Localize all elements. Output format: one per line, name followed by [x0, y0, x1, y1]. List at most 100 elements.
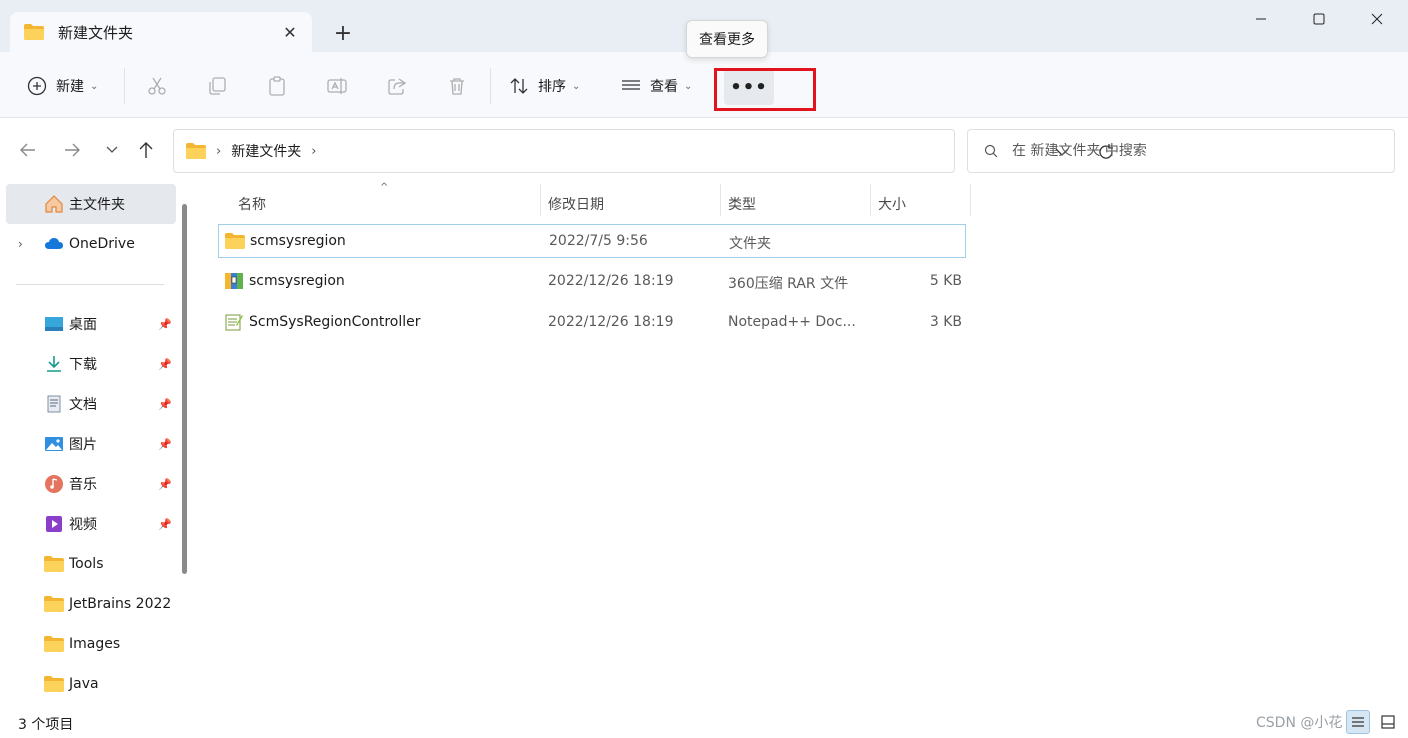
column-header-size[interactable]: 大小 — [878, 190, 906, 218]
chevron-right-icon[interactable]: › — [18, 237, 23, 251]
sort-ascending-icon: ^ — [380, 182, 389, 193]
search-icon — [984, 144, 998, 158]
arrow-right-icon — [65, 143, 80, 157]
forward-button[interactable] — [58, 138, 86, 162]
sidebar-item-label: Images — [69, 636, 121, 652]
delete-button[interactable] — [446, 68, 468, 104]
paste-button[interactable] — [266, 68, 288, 104]
search-box[interactable] — [967, 129, 1395, 173]
folder-icon — [44, 596, 64, 612]
chevron-down-icon: ⌄ — [90, 80, 99, 92]
pin-icon[interactable]: 📌 — [158, 358, 172, 371]
pin-icon[interactable]: 📌 — [158, 318, 172, 331]
file-date: 2022/7/5 9:56 — [549, 233, 648, 249]
view-button-label: 查看 — [650, 79, 678, 95]
rar-archive-icon — [225, 273, 243, 289]
sidebar-item-music[interactable]: 音乐 📌 — [6, 464, 176, 504]
sidebar-item-label: JetBrains 2022 — [69, 596, 172, 612]
large-icons-view-button[interactable] — [1376, 710, 1400, 734]
file-name: ScmSysRegionController — [249, 314, 421, 330]
column-divider[interactable] — [720, 184, 721, 216]
file-list-view: ^ 名称 修改日期 类型 大小 scmsysregion 2022/7/5 9:… — [196, 182, 1408, 708]
sidebar-item-label: OneDrive — [69, 236, 135, 252]
up-button[interactable] — [132, 138, 160, 162]
toolbar-divider — [124, 68, 125, 104]
minimize-icon — [1256, 18, 1266, 20]
view-button[interactable]: 查看 ⌄ — [620, 68, 692, 104]
chevron-down-icon: ⌄ — [684, 80, 693, 92]
new-tab-button[interactable]: + — [328, 18, 358, 48]
breadcrumb-item[interactable]: 新建文件夹 — [231, 141, 301, 161]
copy-button[interactable] — [206, 68, 228, 104]
table-row[interactable]: scmsysregion 2022/7/5 9:56 文件夹 — [218, 224, 966, 258]
table-row[interactable]: ScmSysRegionController 2022/12/26 18:19 … — [218, 306, 966, 340]
home-icon — [45, 195, 63, 213]
pin-icon[interactable]: 📌 — [158, 398, 172, 411]
file-date: 2022/12/26 18:19 — [548, 273, 674, 289]
tiles-view-icon — [1381, 715, 1395, 729]
sidebar-item-documents[interactable]: 文档 📌 — [6, 384, 176, 424]
sidebar-item-java[interactable]: Java — [6, 664, 176, 704]
sidebar-item-jetbrains[interactable]: JetBrains 2022 — [6, 584, 176, 624]
sidebar-divider — [16, 284, 164, 285]
sidebar-item-label: 音乐 — [69, 477, 97, 493]
minimize-button[interactable] — [1232, 0, 1290, 38]
rename-button[interactable] — [326, 68, 348, 104]
sort-icon — [510, 78, 528, 94]
tab-close-icon[interactable]: ✕ — [276, 18, 304, 46]
sort-button[interactable]: 排序 ⌄ — [508, 68, 580, 104]
notepadpp-file-icon — [225, 314, 243, 331]
folder-icon — [44, 556, 64, 572]
pin-icon[interactable]: 📌 — [158, 518, 172, 531]
trash-icon — [450, 78, 464, 95]
chevron-down-icon: ⌄ — [572, 80, 581, 92]
video-icon — [46, 516, 62, 532]
recent-locations-button[interactable] — [98, 138, 126, 162]
column-divider[interactable] — [970, 184, 971, 216]
file-type: 文件夹 — [729, 236, 771, 252]
sidebar-item-videos[interactable]: 视频 📌 — [6, 504, 176, 544]
maximize-icon — [1313, 13, 1325, 25]
column-divider[interactable] — [870, 184, 871, 216]
pin-icon[interactable]: 📌 — [158, 438, 172, 451]
new-button[interactable]: 新建 ⌄ — [26, 68, 98, 104]
sidebar-item-tools[interactable]: Tools — [6, 544, 176, 584]
document-icon — [47, 395, 61, 413]
cut-button[interactable] — [146, 68, 168, 104]
search-input[interactable] — [1012, 143, 1372, 159]
breadcrumb-separator[interactable]: › — [311, 144, 316, 159]
sidebar-scrollbar[interactable] — [182, 204, 187, 574]
sidebar-item-onedrive[interactable]: › OneDrive — [6, 224, 176, 264]
sidebar-item-pictures[interactable]: 图片 📌 — [6, 424, 176, 464]
sidebar-item-label: 文档 — [69, 397, 97, 413]
see-more-tooltip: 查看更多 — [686, 20, 768, 58]
sidebar-item-home[interactable]: 主文件夹 — [6, 184, 176, 224]
folder-icon — [44, 636, 64, 652]
column-header-name[interactable]: 名称 — [238, 190, 266, 218]
close-icon — [1371, 13, 1383, 25]
navigation-pane: 主文件夹 › OneDrive 桌面 📌 下载 📌 文档 📌 图片 📌 音乐 📌… — [0, 182, 196, 708]
column-header-type[interactable]: 类型 — [728, 190, 756, 218]
share-icon — [388, 78, 407, 95]
address-bar[interactable]: › 新建文件夹 › — [173, 129, 1113, 173]
sidebar-item-images[interactable]: Images — [6, 624, 176, 664]
sidebar-item-downloads[interactable]: 下载 📌 — [6, 344, 176, 384]
file-type: 360压缩 RAR 文件 — [728, 276, 849, 292]
sidebar-item-label: 主文件夹 — [69, 197, 125, 213]
maximize-button[interactable] — [1290, 0, 1348, 38]
table-row[interactable]: scmsysregion 2022/12/26 18:19 360压缩 RAR … — [218, 265, 966, 299]
sidebar-item-desktop[interactable]: 桌面 📌 — [6, 304, 176, 344]
tab-current-folder[interactable]: 新建文件夹 ✕ — [10, 12, 312, 52]
close-window-button[interactable] — [1348, 0, 1406, 38]
pin-icon[interactable]: 📌 — [158, 478, 172, 491]
back-button[interactable] — [14, 138, 42, 162]
column-divider[interactable] — [540, 184, 541, 216]
desktop-icon — [45, 317, 63, 331]
share-button[interactable] — [386, 68, 408, 104]
sidebar-item-label: Java — [69, 676, 99, 692]
file-name: scmsysregion — [250, 233, 346, 249]
folder-icon — [24, 24, 44, 40]
column-header-date[interactable]: 修改日期 — [548, 190, 604, 218]
details-view-button[interactable] — [1346, 710, 1370, 734]
sidebar-item-label: 图片 — [69, 437, 97, 453]
